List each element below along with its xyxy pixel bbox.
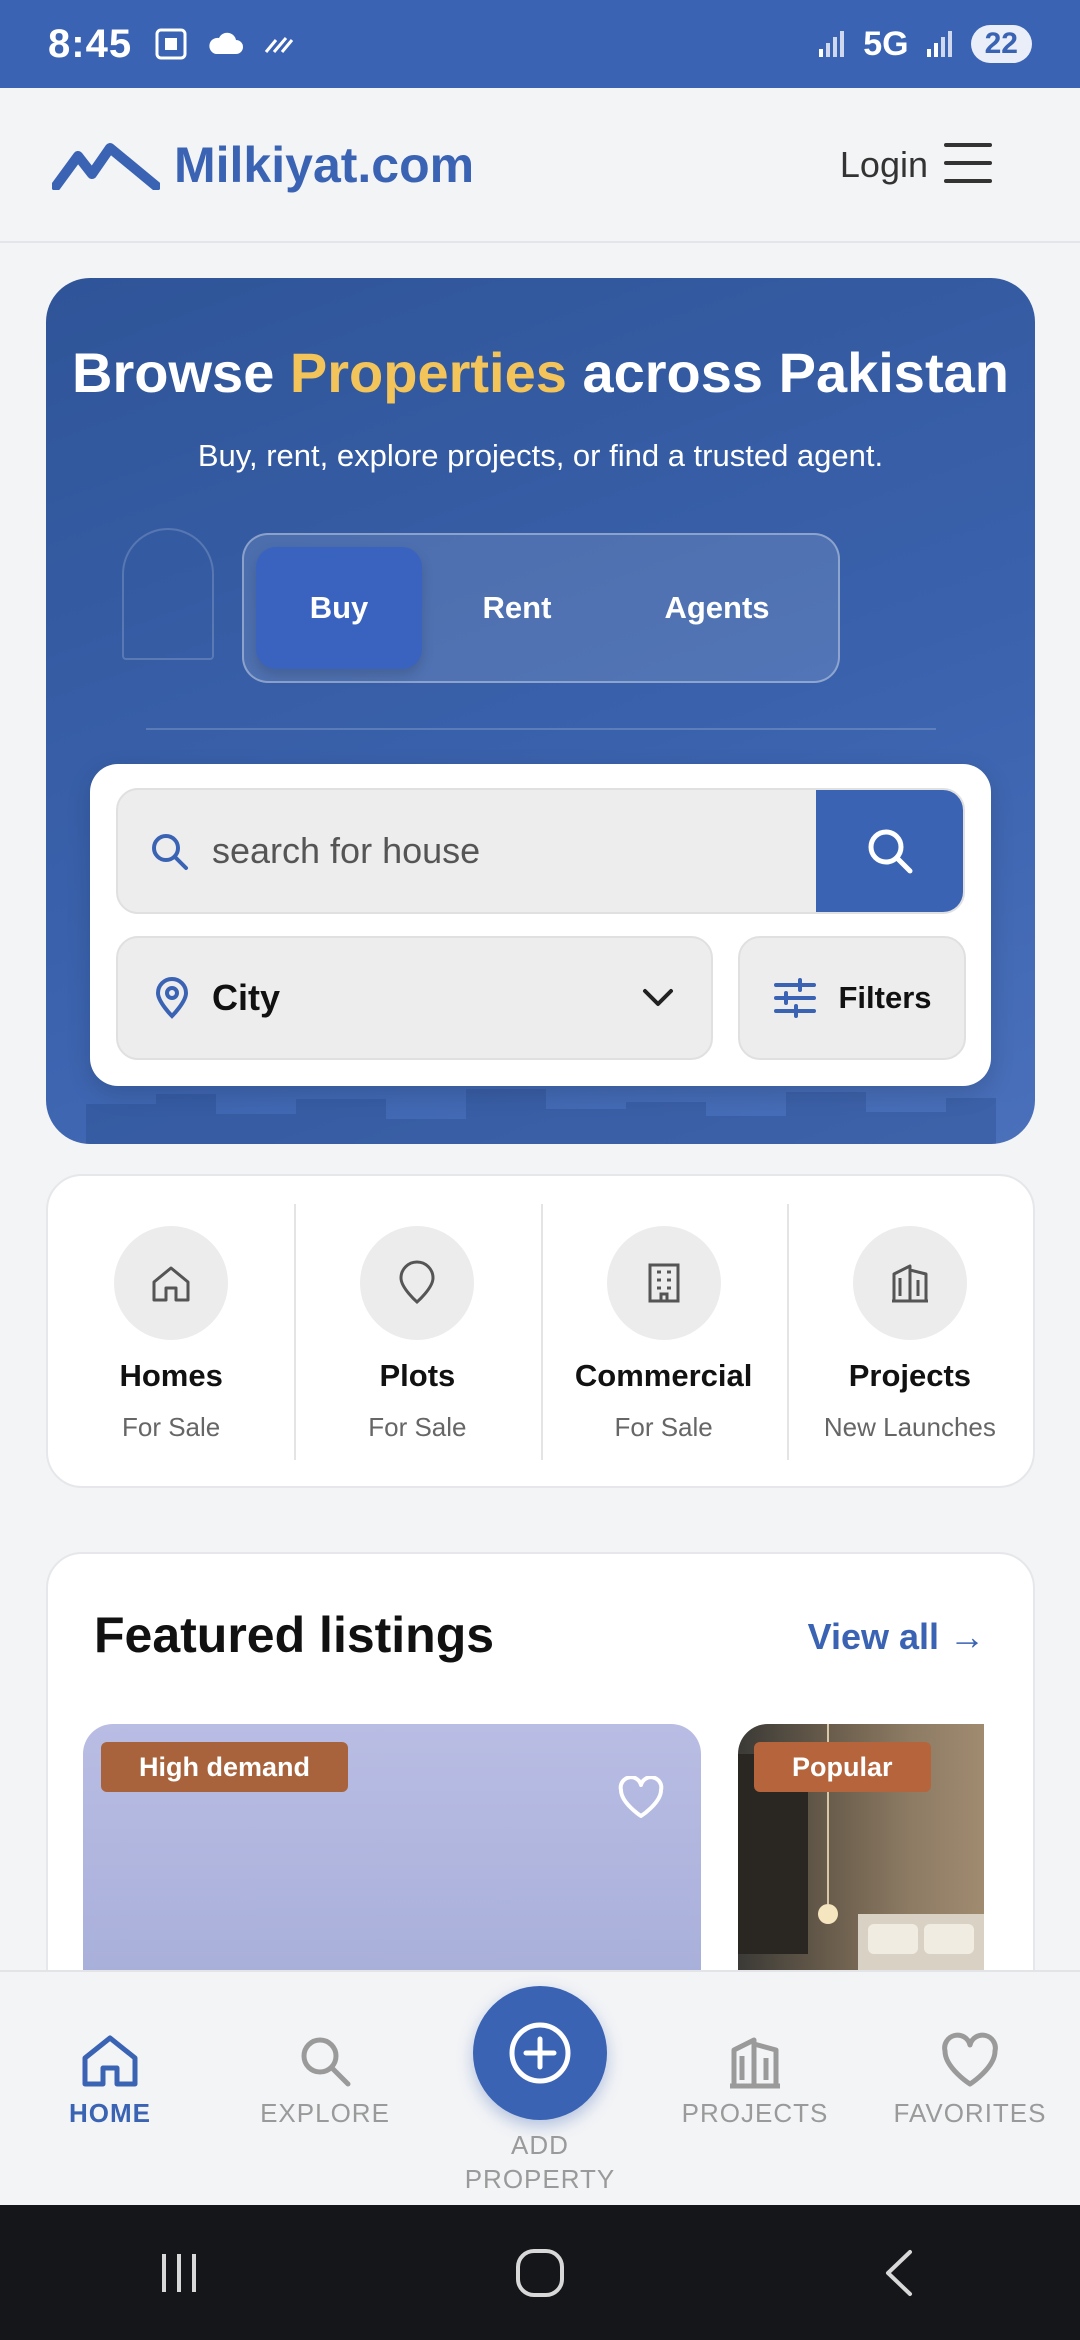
project-building-icon: [730, 2037, 780, 2089]
category-icon-circle: [360, 1226, 475, 1340]
brand-name: Milkiyat.com: [174, 136, 475, 193]
status-time: 8:45: [48, 21, 133, 66]
nav-label: EXPLORE: [260, 2098, 390, 2128]
listing-tag: Popular: [754, 1742, 931, 1792]
hero-section: Browse Properties across Pakistan Buy, r…: [46, 278, 1035, 1144]
network-type: 5G: [863, 24, 909, 63]
category-subtitle: New Launches: [823, 1412, 996, 1442]
category-subtitle: For Sale: [614, 1412, 713, 1442]
add-property-label: ADD PROPERTY: [430, 2128, 650, 2196]
add-label-line2: PROPERTY: [464, 2164, 616, 2194]
hero-title-part1: Browse: [72, 341, 290, 404]
wifi-calling-icon: [264, 37, 294, 53]
signal-icon: [926, 31, 952, 57]
category-strip: Homes For Sale Plots For Sale Commercial…: [46, 1174, 1035, 1488]
status-bar: 8:45 5G 22: [0, 0, 1080, 88]
login-link[interactable]: Login: [840, 144, 928, 186]
brand-logo[interactable]: Milkiyat.com: [52, 136, 474, 194]
home-circle-icon[interactable]: [512, 2245, 568, 2301]
section-title: Featured listings: [94, 1607, 495, 1663]
battery-level: 22: [984, 27, 1018, 60]
view-all-link[interactable]: View all →: [808, 1616, 985, 1658]
listing-type-tabs: Buy Rent Agents: [242, 533, 840, 683]
hero-title-highlight: Properties: [289, 341, 567, 404]
nav-explore[interactable]: EXPLORE: [240, 2032, 410, 2129]
search-icon: [868, 829, 912, 874]
heart-icon[interactable]: [617, 1776, 665, 1820]
category-title: Projects: [848, 1358, 972, 1393]
search-card: City Filters: [90, 764, 991, 1086]
tab-agents[interactable]: Agents: [612, 547, 822, 669]
add-label-line1: ADD: [511, 2130, 569, 2160]
nav-label: PROJECTS: [681, 2098, 829, 2128]
signal-roaming-icon: [819, 31, 845, 57]
search-input[interactable]: [212, 830, 772, 872]
chevron-down-icon: [643, 989, 673, 1006]
nav-label: FAVORITES: [893, 2098, 1047, 2128]
category-plots[interactable]: Plots For Sale: [294, 1176, 540, 1486]
nav-label: HOME: [69, 2098, 151, 2128]
decorative-skyline: [86, 1089, 996, 1144]
hamburger-menu-icon[interactable]: [944, 143, 992, 183]
category-commercial[interactable]: Commercial For Sale: [540, 1176, 787, 1486]
city-select[interactable]: City: [116, 936, 713, 1060]
category-projects[interactable]: Projects New Launches: [786, 1176, 1033, 1486]
plus-circle-icon: [509, 2022, 571, 2084]
logo-roof-icon: [52, 142, 160, 190]
tab-buy[interactable]: Buy: [256, 547, 422, 669]
nav-home[interactable]: HOME: [25, 2032, 195, 2129]
project-building-icon: [891, 1264, 928, 1303]
location-pin-icon: [399, 1260, 435, 1304]
screenshot-icon: [155, 28, 187, 60]
recent-apps-icon[interactable]: [154, 2248, 204, 2298]
add-property-button[interactable]: [473, 1986, 607, 2120]
category-subtitle: For Sale: [121, 1412, 221, 1442]
location-pin-icon: [155, 977, 189, 1019]
category-title: Plots: [379, 1358, 456, 1393]
search-icon: [301, 2037, 351, 2087]
app-header: Milkiyat.com Login: [0, 88, 1080, 243]
category-homes[interactable]: Homes For Sale: [48, 1176, 294, 1486]
hero-title: Browse Properties across Pakistan: [46, 340, 1035, 405]
back-icon[interactable]: [876, 2248, 926, 2298]
listing-tag: High demand: [101, 1742, 349, 1792]
filters-button[interactable]: Filters: [738, 936, 966, 1060]
sliders-icon: [774, 978, 817, 1018]
system-navigation-bar: [0, 2205, 1080, 2340]
category-icon-circle: [852, 1226, 967, 1340]
search-icon: [152, 834, 188, 870]
category-title: Commercial: [574, 1358, 753, 1393]
nav-favorites[interactable]: FAVORITES: [885, 2032, 1055, 2129]
hero-subtitle: Buy, rent, explore projects, or find a t…: [197, 438, 884, 473]
decorative-arch: [122, 528, 214, 660]
building-icon: [648, 1263, 680, 1303]
search-button[interactable]: [816, 790, 963, 912]
heart-icon: [942, 2032, 998, 2087]
filters-label: Filters: [838, 980, 932, 1015]
search-bar: [116, 788, 965, 914]
category-subtitle: For Sale: [368, 1412, 467, 1442]
status-right: 5G 22: [815, 25, 1032, 64]
home-icon: [152, 1266, 190, 1302]
nav-projects[interactable]: PROJECTS: [670, 2032, 840, 2129]
battery-indicator: 22: [970, 25, 1032, 63]
category-icon-circle: [114, 1226, 229, 1340]
category-icon-circle: [606, 1226, 721, 1340]
tab-rent[interactable]: Rent: [422, 547, 612, 669]
bottom-navigation: HOME EXPLORE ADD PROPERTY PROJECTS FAVOR…: [0, 1970, 1080, 2205]
home-icon: [82, 2035, 138, 2087]
hero-divider: [146, 728, 936, 730]
status-left-icons: [154, 27, 296, 61]
cloud-icon: [209, 32, 244, 54]
category-title: Homes: [119, 1358, 223, 1393]
city-label: City: [212, 977, 281, 1018]
hero-title-part2: across Pakistan: [566, 341, 1009, 404]
